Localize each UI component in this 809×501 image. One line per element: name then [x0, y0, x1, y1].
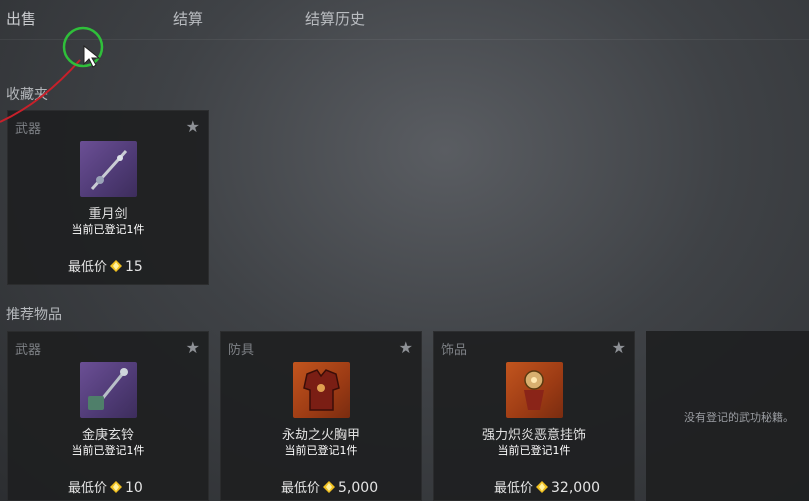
empty-slot-card: 没有登记的武功秘籍。: [646, 331, 809, 501]
item-name: 金庚玄铃: [81, 428, 134, 443]
price-label: 最低价: [494, 481, 534, 496]
item-registered-count: 当前已登记1件: [497, 444, 571, 457]
mouse-pointer-icon: [83, 44, 101, 68]
item-category: 饰品: [441, 343, 468, 358]
recommended-item-card[interactable]: 防具 ★ 永劫之火胸甲 当前已登记1件 最低价 5,000: [220, 331, 422, 501]
gem-icon: [110, 481, 123, 493]
star-icon[interactable]: ★: [186, 117, 200, 136]
gem-icon: [110, 260, 123, 272]
item-category: 武器: [15, 122, 42, 137]
gem-icon: [536, 481, 549, 493]
sword-icon: [80, 141, 137, 197]
price-value: 5,000: [338, 480, 379, 496]
tab-bar: 出售 结算 结算历史: [0, 0, 809, 40]
price-value: 15: [125, 259, 143, 275]
price-label: 最低价: [68, 260, 108, 275]
bell-icon: [80, 362, 137, 418]
item-registered-count: 当前已登记1件: [284, 444, 358, 457]
recommended-item-card[interactable]: 武器 ★ 金庚玄铃 当前已登记1件 最低价 10: [7, 331, 209, 501]
favorite-item-card[interactable]: 武器 ★ 重月剑 当前已登记1件 最低价 15: [7, 110, 209, 285]
star-icon[interactable]: ★: [399, 338, 413, 357]
favorites-title: 收藏夹: [6, 87, 48, 103]
item-name: 重月剑: [88, 207, 128, 222]
star-icon[interactable]: ★: [612, 338, 626, 357]
item-category: 武器: [15, 343, 42, 358]
pendant-icon: [506, 362, 563, 418]
price-value: 32,000: [551, 480, 601, 496]
item-category: 防具: [228, 343, 255, 358]
item-price: 最低价 32,000: [494, 477, 600, 496]
tab-settlement[interactable]: 结算: [173, 8, 203, 29]
item-price: 最低价 10: [68, 477, 143, 496]
price-value: 10: [125, 480, 143, 496]
price-label: 最低价: [281, 481, 321, 496]
item-name: 永劫之火胸甲: [281, 428, 360, 443]
price-label: 最低价: [68, 481, 108, 496]
item-price: 最低价 5,000: [281, 477, 378, 496]
item-name: 强力炽炎恶意挂饰: [481, 428, 586, 443]
empty-message: 没有登记的武功秘籍。: [684, 411, 794, 424]
tab-sell[interactable]: 出售: [6, 8, 36, 29]
item-registered-count: 当前已登记1件: [71, 444, 145, 457]
recommended-item-card[interactable]: 饰品 ★ 强力炽炎恶意挂饰 当前已登记1件 最低价 32,000: [433, 331, 635, 501]
item-registered-count: 当前已登记1件: [71, 223, 145, 236]
star-icon[interactable]: ★: [186, 338, 200, 357]
armor-icon: [293, 362, 350, 418]
gem-icon: [323, 481, 336, 493]
item-price: 最低价 15: [68, 256, 143, 275]
recommended-title: 推荐物品: [6, 307, 62, 323]
tab-settlement-history[interactable]: 结算历史: [305, 8, 365, 29]
